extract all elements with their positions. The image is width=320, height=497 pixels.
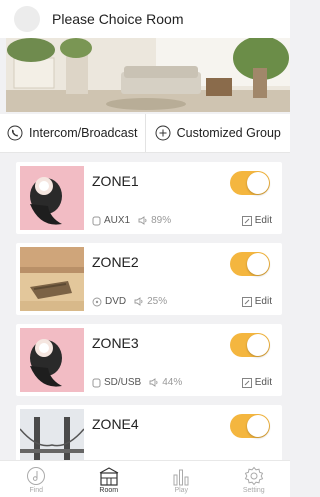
zone-source: SD/USB: [104, 377, 142, 388]
tab-label: Room: [99, 487, 119, 494]
customized-group-label: Customized Group: [176, 126, 281, 140]
zone-cover-image: [20, 166, 84, 230]
zone-edit-button[interactable]: Edit: [241, 215, 272, 226]
tab-play[interactable]: Play: [145, 461, 218, 497]
zone-card[interactable]: ZONE1 AUX1 89% Edit: [16, 162, 282, 234]
tab-room[interactable]: Room: [73, 461, 146, 497]
app-header: Please Choice Room: [0, 0, 290, 38]
zone-status: AUX1 89%: [92, 215, 171, 226]
zone-card[interactable]: ZONE3 SD/USB 44% Edit: [16, 324, 282, 396]
zone-source: DVD: [105, 296, 127, 307]
bottom-tab-bar: Find Room Play Setting: [0, 460, 290, 497]
tab-label: Setting: [242, 487, 265, 494]
zone-status: SD/USB 44%: [92, 377, 182, 388]
volume-icon: [138, 216, 147, 225]
zone-power-toggle[interactable]: [230, 414, 270, 438]
customized-group-button[interactable]: Customized Group: [144, 114, 291, 152]
room-banner-image: [6, 38, 290, 112]
zone-source: AUX1: [104, 215, 131, 226]
tab-label: Find: [29, 487, 44, 494]
edit-icon: [241, 296, 252, 307]
zone-name: ZONE4: [92, 416, 139, 432]
intercom-broadcast-button[interactable]: Intercom/Broadcast: [0, 114, 145, 152]
aux-icon: [92, 216, 101, 225]
avatar[interactable]: [14, 6, 40, 32]
action-bar: Intercom/Broadcast Customized Group: [0, 114, 290, 153]
phone-icon: [7, 125, 23, 141]
plus-circle-icon: [155, 125, 171, 141]
sd-card-icon: [92, 378, 101, 387]
page-title: Please Choice Room: [52, 11, 184, 27]
room-icon: [98, 465, 120, 487]
volume-icon: [134, 297, 143, 306]
tab-find[interactable]: Find: [0, 461, 73, 497]
zone-edit-button[interactable]: Edit: [241, 377, 272, 388]
zone-volume: 44%: [162, 377, 183, 388]
zone-list: ZONE1 AUX1 89% Edit ZONE2 DVD 25% Edit Z…: [16, 162, 282, 486]
music-disc-icon: [26, 465, 46, 487]
zone-volume: 25%: [147, 296, 168, 307]
zone-power-toggle[interactable]: [230, 333, 270, 357]
tab-setting[interactable]: Setting: [218, 461, 291, 497]
equalizer-icon: [171, 465, 191, 487]
zone-name: ZONE2: [92, 254, 139, 270]
zone-volume: 89%: [151, 215, 172, 226]
disc-icon: [92, 297, 102, 306]
zone-edit-button[interactable]: Edit: [241, 296, 272, 307]
gear-icon: [244, 465, 264, 487]
zone-name: ZONE3: [92, 335, 139, 351]
zone-status: DVD 25%: [92, 296, 167, 307]
zone-card[interactable]: ZONE2 DVD 25% Edit: [16, 243, 282, 315]
zone-name: ZONE1: [92, 173, 139, 189]
tab-label: Play: [174, 487, 189, 494]
zone-cover-image: [20, 328, 84, 392]
zone-cover-image: [20, 247, 84, 311]
edit-icon: [241, 377, 252, 388]
intercom-label: Intercom/Broadcast: [29, 126, 138, 140]
edit-icon: [241, 215, 252, 226]
zone-power-toggle[interactable]: [230, 171, 270, 195]
volume-icon: [149, 378, 158, 387]
zone-power-toggle[interactable]: [230, 252, 270, 276]
